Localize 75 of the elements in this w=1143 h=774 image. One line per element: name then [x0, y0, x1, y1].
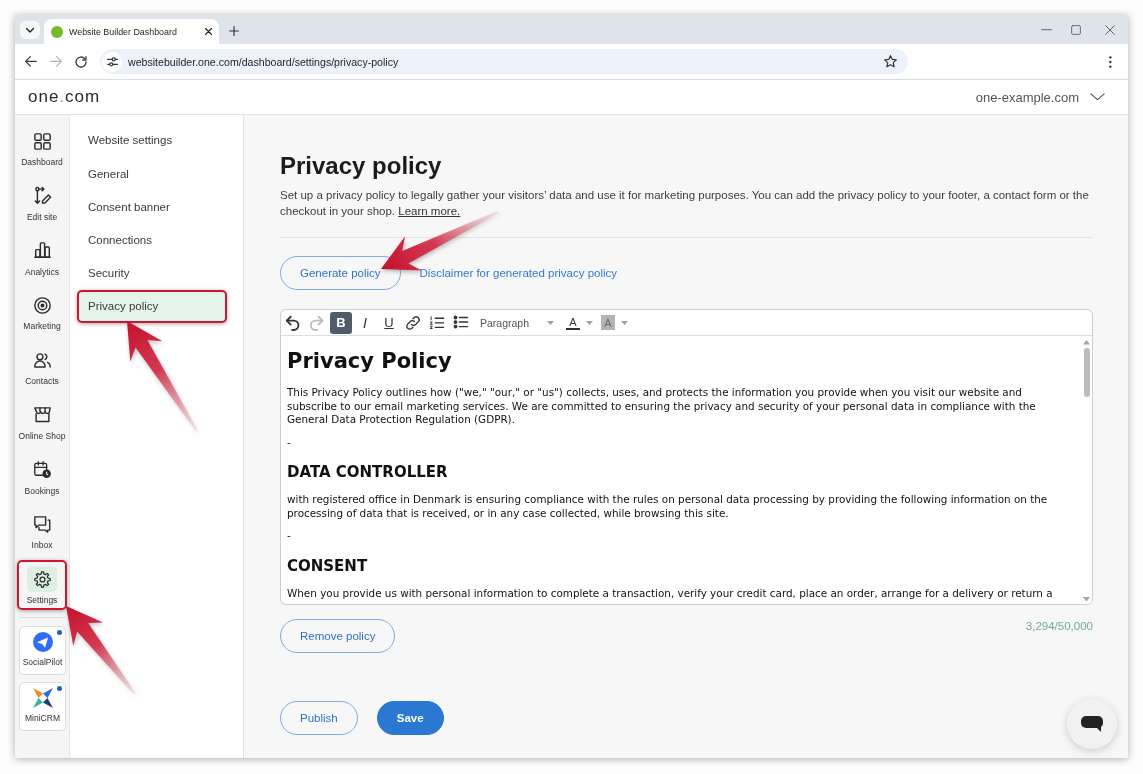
maximize-icon[interactable] — [1071, 24, 1081, 35]
numbered-list-icon[interactable] — [430, 315, 444, 330]
section-heading: CONSENT — [287, 556, 369, 575]
site-info-icon[interactable] — [102, 51, 122, 72]
chevron-down-icon — [26, 27, 34, 33]
rail-item[interactable]: Contacts — [17, 341, 67, 391]
document-paragraph: - — [287, 435, 292, 449]
rail-item[interactable]: Settings — [17, 560, 67, 610]
reload-icon[interactable] — [75, 55, 87, 68]
underline-button[interactable]: U — [378, 311, 400, 334]
pinwheel-icon — [32, 687, 53, 708]
rail-item[interactable]: Dashboard — [17, 122, 67, 172]
learn-more-link[interactable]: Learn more. — [398, 205, 461, 217]
chat-bubbles-icon — [33, 515, 51, 533]
save-button[interactable]: Save — [376, 701, 444, 735]
italic-button[interactable]: I — [354, 311, 376, 334]
nav-item[interactable]: Security — [77, 256, 227, 290]
url-text: websitebuilder.one.com/dashboard/settings/privacy-policy — [128, 55, 399, 68]
nav-item[interactable]: Connections — [77, 223, 227, 257]
nav-item[interactable]: Privacy policy — [77, 289, 227, 323]
link-icon[interactable] — [406, 315, 420, 330]
branch-pencil-icon — [33, 187, 51, 205]
page-description: Set up a privacy policy to legally gather your visitors’ data and use it for marketing purposes. You can add the privacy policy to your footer, a contact form or the checkout in your shop. Learn more. — [280, 188, 1090, 219]
rail-item[interactable]: Marketing — [17, 286, 67, 337]
document-title: Privacy Policy — [287, 348, 453, 374]
new-tab-icon[interactable] — [229, 26, 239, 36]
site-selector[interactable]: one-example.com — [975, 89, 1105, 105]
text-editor[interactable] — [280, 309, 1093, 605]
calendar-clock-icon — [33, 461, 51, 478]
caret-icon[interactable] — [621, 320, 628, 325]
bold-button[interactable]: B — [330, 311, 352, 334]
nav-item[interactable]: Consent banner — [77, 190, 227, 224]
app-shortcut[interactable]: SocialPilot — [19, 625, 66, 675]
chat-bubble-icon — [1081, 716, 1103, 732]
address-bar[interactable]: websitebuilder.one.com/dashboard/settings/privacy-policy — [100, 49, 908, 74]
bulleted-list-icon[interactable] — [454, 316, 468, 329]
document-paragraph: This Privacy Policy outlines how ("we," "our," or "us") collects, uses, and protects the information you provide when you visit our website and subscribe to our email marketing services. We are committed to ensuring the privacy and security of your personal data in compliance with the General Data Protection Regulation (GDPR). — [287, 386, 1037, 427]
rail-item[interactable]: Edit site — [17, 176, 67, 227]
disclaimer-link[interactable]: Disclaimer for generated privacy policy — [419, 267, 618, 279]
app-shortcut[interactable]: MiniCRM — [19, 681, 66, 731]
target-icon — [33, 296, 51, 314]
scrollbar-thumb[interactable] — [1083, 348, 1090, 398]
minimize-icon[interactable] — [1041, 28, 1052, 31]
storefront-icon — [33, 407, 51, 423]
menu-icon[interactable] — [1109, 55, 1112, 68]
settings-icon — [33, 570, 51, 588]
undo-icon[interactable] — [286, 315, 300, 330]
back-arrow-icon[interactable] — [25, 56, 37, 67]
rail-item[interactable]: Analytics — [17, 231, 67, 282]
site-logo: one.com — [28, 87, 101, 107]
page-title: Privacy policy — [280, 151, 443, 181]
nav-heading: Website settings — [87, 133, 174, 148]
tab-list-button[interactable] — [20, 21, 40, 39]
document-paragraph: with registered office in Denmark is ensuring compliance with the rules on personal data processing by providing the following information on the processing of data that is received, or in any case collected, while browsing this site. — [287, 493, 1049, 520]
paper-plane-icon — [32, 631, 53, 652]
rail-item[interactable]: Inbox — [17, 505, 67, 556]
browser-tab[interactable]: Website Builder Dashboard — [44, 19, 219, 44]
bookmark-star-icon[interactable] — [884, 55, 897, 68]
character-count: 3,294/50,000 — [1025, 619, 1093, 633]
grid-icon — [33, 132, 51, 150]
section-heading: DATA CONTROLLER — [287, 463, 449, 481]
block-format-dropdown[interactable]: Paragraph — [474, 311, 558, 334]
bar-chart-icon — [33, 242, 51, 259]
favicon-icon — [51, 25, 63, 38]
document-paragraph: - — [287, 529, 292, 543]
chevron-down-icon — [1090, 93, 1105, 101]
people-icon — [33, 352, 51, 368]
caret-icon[interactable] — [586, 320, 593, 325]
close-icon[interactable] — [205, 28, 212, 35]
rail-item[interactable]: Online Shop — [17, 395, 67, 446]
rail-item[interactable]: Bookings — [17, 450, 67, 501]
document-paragraph: When you provide us with personal information to complete a transaction, verify your credit card, place an order, arrange for a delivery or return a — [287, 586, 1054, 600]
text-color-button[interactable]: A — [566, 315, 580, 330]
caret-icon — [547, 320, 554, 325]
nav-item[interactable]: General — [77, 157, 227, 191]
